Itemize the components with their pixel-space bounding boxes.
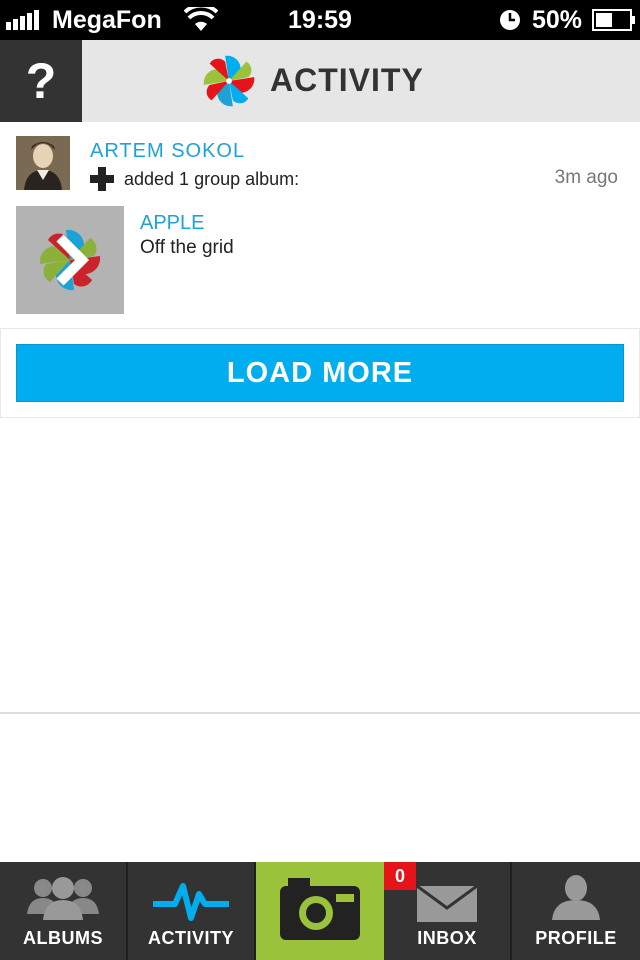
tab-profile-label: PROFILE	[535, 928, 617, 948]
inbox-count-badge: 0	[384, 862, 416, 890]
pulse-icon	[153, 883, 229, 921]
tab-activity[interactable]: ACTIVITY	[128, 862, 254, 960]
avatar[interactable]	[16, 136, 70, 190]
alarm-clock-icon	[500, 10, 520, 30]
users-icon	[27, 877, 99, 920]
album-pinwheel-icon	[39, 229, 101, 291]
activity-description: added 1 group album:	[124, 169, 300, 189]
load-more-button[interactable]: LOAD MORE	[16, 344, 624, 402]
camera-icon	[280, 878, 360, 940]
app-header: ? ACTIVITY	[0, 40, 640, 122]
album-title[interactable]: Off the grid	[140, 236, 234, 260]
tab-activity-label: ACTIVITY	[147, 928, 234, 948]
tab-inbox-label: INBOX	[417, 928, 477, 948]
tab-bar: ALBUMS ACTIVITY INBOX PROFILE	[0, 862, 640, 960]
battery-icon	[592, 9, 635, 31]
album-owner-link[interactable]: APPLE	[140, 210, 204, 236]
user-icon	[552, 875, 600, 920]
status-bar: MegaFon 19:59 50%	[0, 0, 640, 40]
album-thumbnail[interactable]	[16, 206, 124, 314]
activity-timestamp: 3m ago	[554, 167, 618, 188]
plus-icon	[90, 167, 114, 191]
help-button[interactable]: ?	[0, 40, 82, 122]
tab-albums[interactable]: ALBUMS	[0, 862, 126, 960]
tab-camera[interactable]	[256, 862, 384, 960]
pinwheel-logo-icon	[203, 55, 255, 107]
battery-percent: 50%	[532, 6, 583, 34]
user-name-link[interactable]: ARTEM SOKOL	[90, 138, 245, 164]
tab-profile[interactable]: PROFILE	[512, 862, 640, 960]
tab-albums-label: ALBUMS	[23, 928, 103, 948]
envelope-icon	[417, 886, 477, 922]
portrait-image	[16, 136, 70, 190]
page-title: ACTIVITY	[270, 62, 424, 98]
divider	[0, 712, 640, 714]
